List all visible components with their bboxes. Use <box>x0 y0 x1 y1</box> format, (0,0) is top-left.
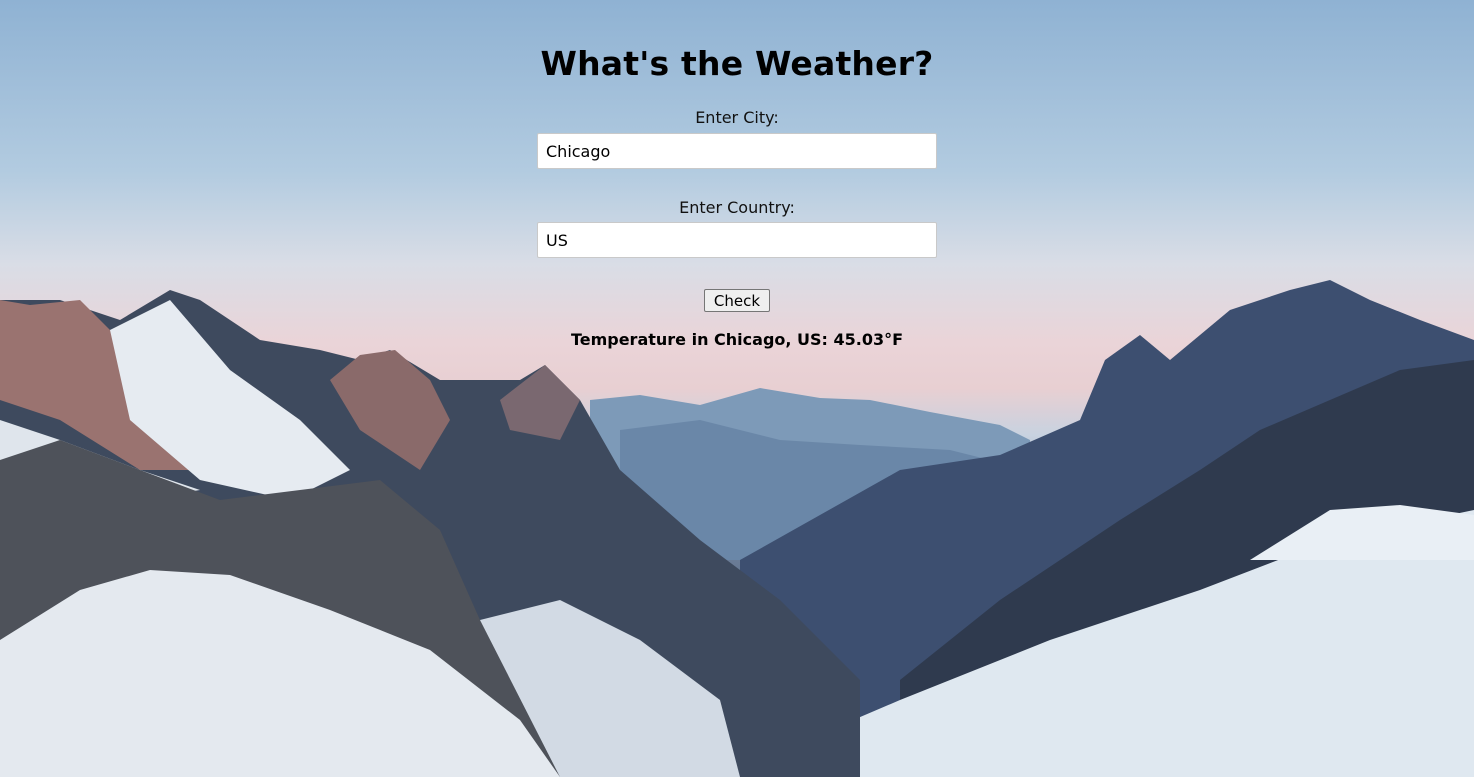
country-input[interactable] <box>537 222 937 258</box>
weather-app: What's the Weather? Enter City: Enter Co… <box>0 0 1474 777</box>
country-label: Enter Country: <box>679 198 795 217</box>
temperature-result: Temperature in Chicago, US: 45.03°F <box>570 330 904 349</box>
page-title: What's the Weather? <box>540 44 934 83</box>
check-button[interactable]: Check <box>704 289 770 312</box>
city-label: Enter City: <box>695 108 779 127</box>
city-input[interactable] <box>537 133 937 169</box>
